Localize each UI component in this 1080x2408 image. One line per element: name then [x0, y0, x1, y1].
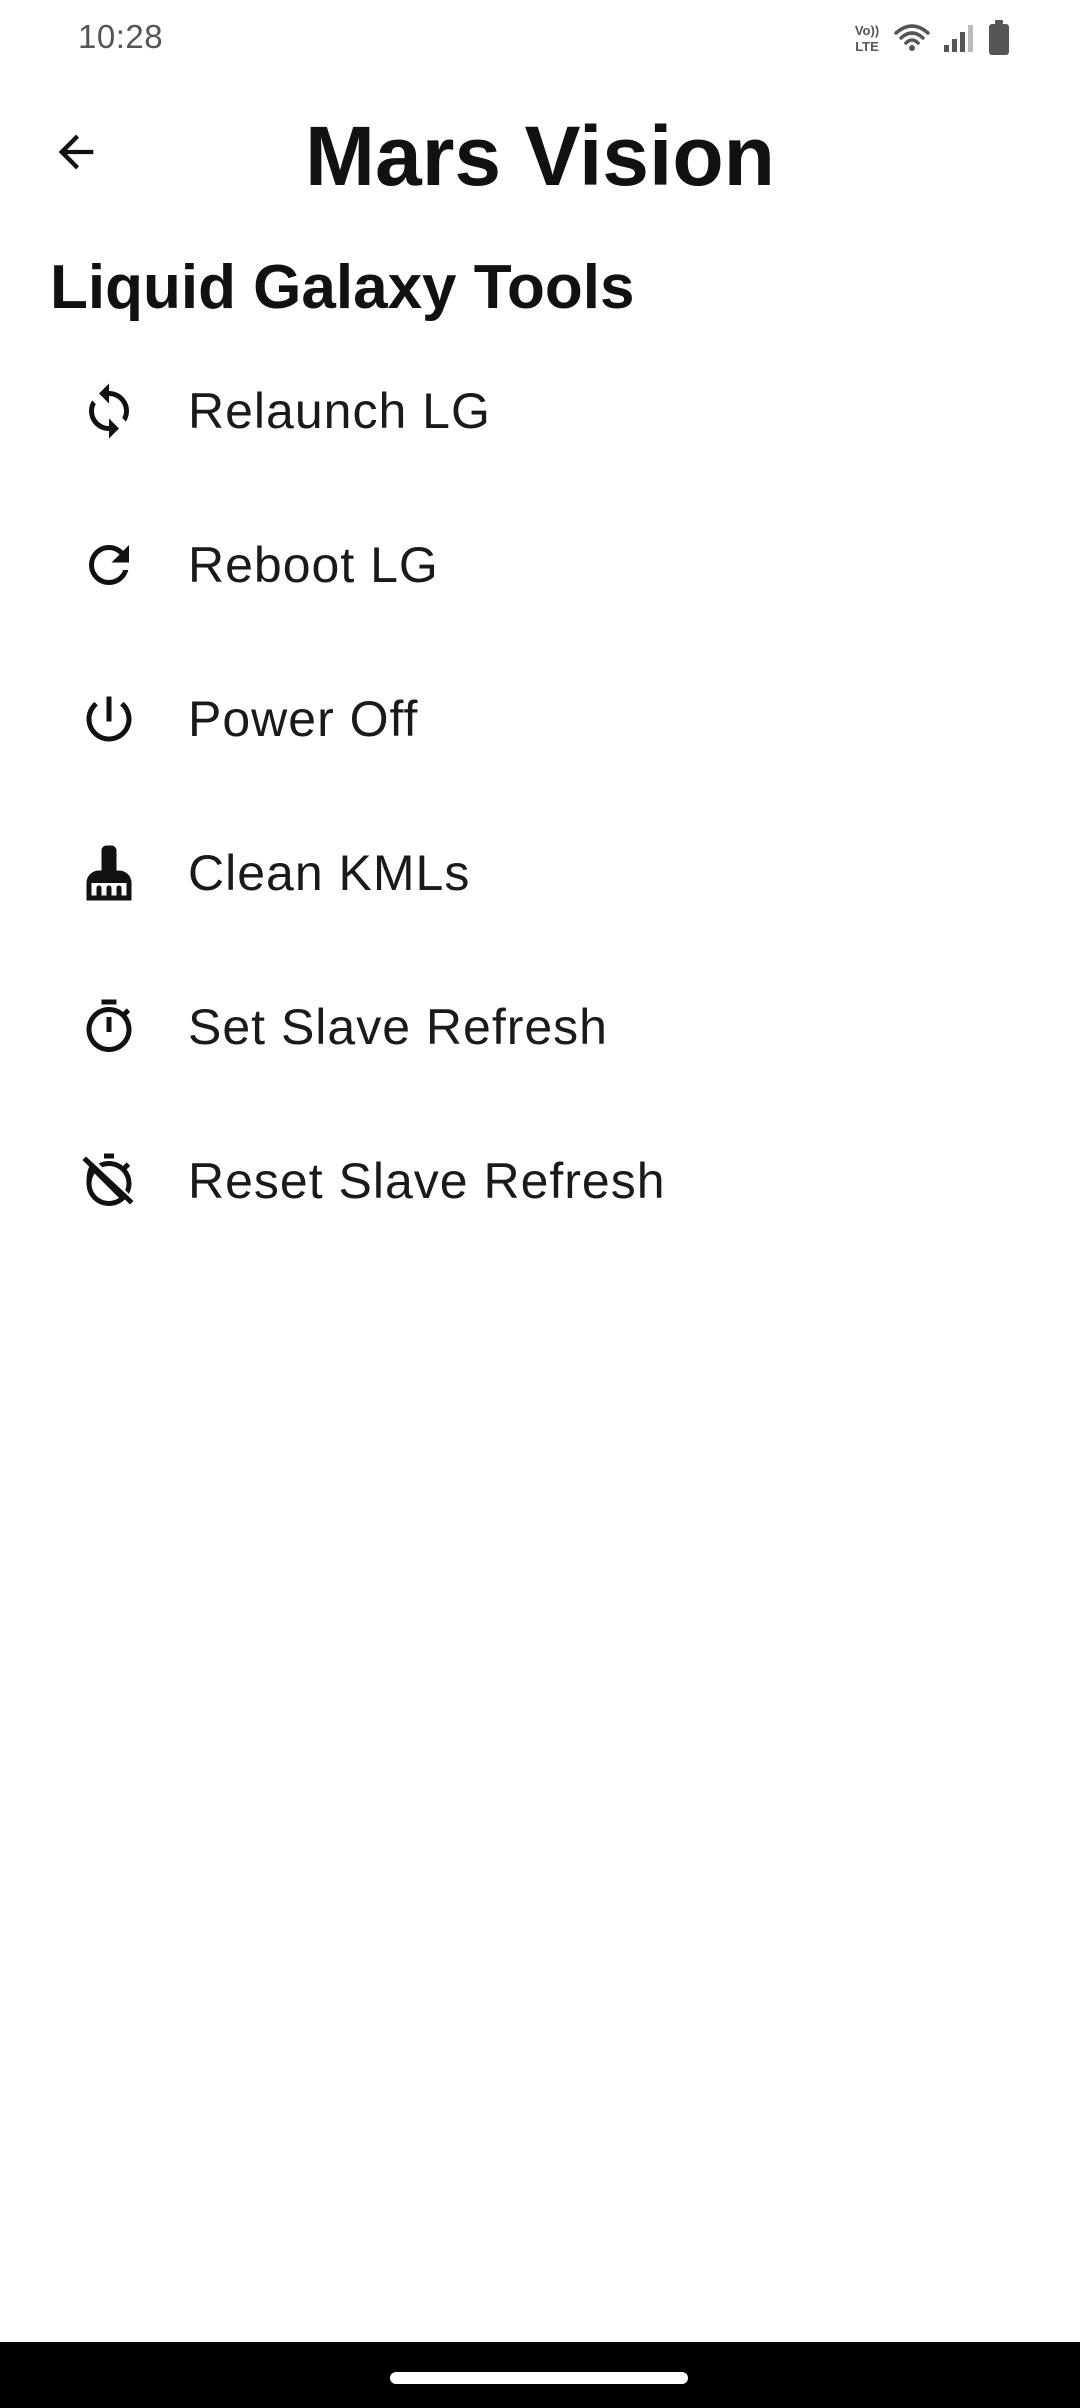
page-title: Mars Vision	[305, 109, 775, 203]
section-title: Liquid Galaxy Tools	[50, 253, 635, 322]
status-time: 10:28	[78, 18, 164, 55]
app-bar: Mars Vision	[0, 78, 1080, 238]
reset-slave-refresh-item[interactable]: Reset Slave Refresh	[0, 1104, 1080, 1258]
power-off-item[interactable]: Power Off	[0, 642, 1080, 796]
volte-icon: Vo)) LTE	[852, 21, 882, 55]
sync-icon	[76, 378, 142, 444]
navigation-bar	[0, 2342, 1080, 2408]
tool-label: Relaunch LG	[188, 383, 491, 439]
tool-label: Reboot LG	[188, 537, 439, 593]
status-icons: Vo)) LTE	[852, 18, 1010, 58]
home-indicator[interactable]	[390, 2372, 688, 2384]
power-icon	[76, 686, 142, 752]
screen: 10:28 Vo)) LTE Mars Vision Liquid Galaxy…	[0, 0, 1080, 2408]
set-slave-refresh-item[interactable]: Set Slave Refresh	[0, 950, 1080, 1104]
refresh-icon	[76, 532, 142, 598]
relaunch-lg-item[interactable]: Relaunch LG	[0, 334, 1080, 488]
tool-label: Reset Slave Refresh	[188, 1153, 666, 1209]
svg-text:LTE: LTE	[855, 39, 879, 54]
tool-label: Clean KMLs	[188, 845, 471, 901]
status-bar: 10:28 Vo)) LTE	[0, 0, 1080, 78]
wifi-icon	[894, 23, 930, 53]
timer-icon	[76, 994, 142, 1060]
battery-icon	[988, 20, 1010, 56]
svg-text:Vo)): Vo))	[855, 23, 879, 38]
signal-icon	[942, 23, 976, 53]
timer-off-icon	[76, 1148, 142, 1214]
tool-label: Power Off	[188, 691, 419, 747]
tools-list: Relaunch LG Reboot LG Power Off Clean KM…	[0, 334, 1080, 1258]
reboot-lg-item[interactable]: Reboot LG	[0, 488, 1080, 642]
broom-icon	[76, 840, 142, 906]
clean-kmls-item[interactable]: Clean KMLs	[0, 796, 1080, 950]
tool-label: Set Slave Refresh	[188, 999, 608, 1055]
